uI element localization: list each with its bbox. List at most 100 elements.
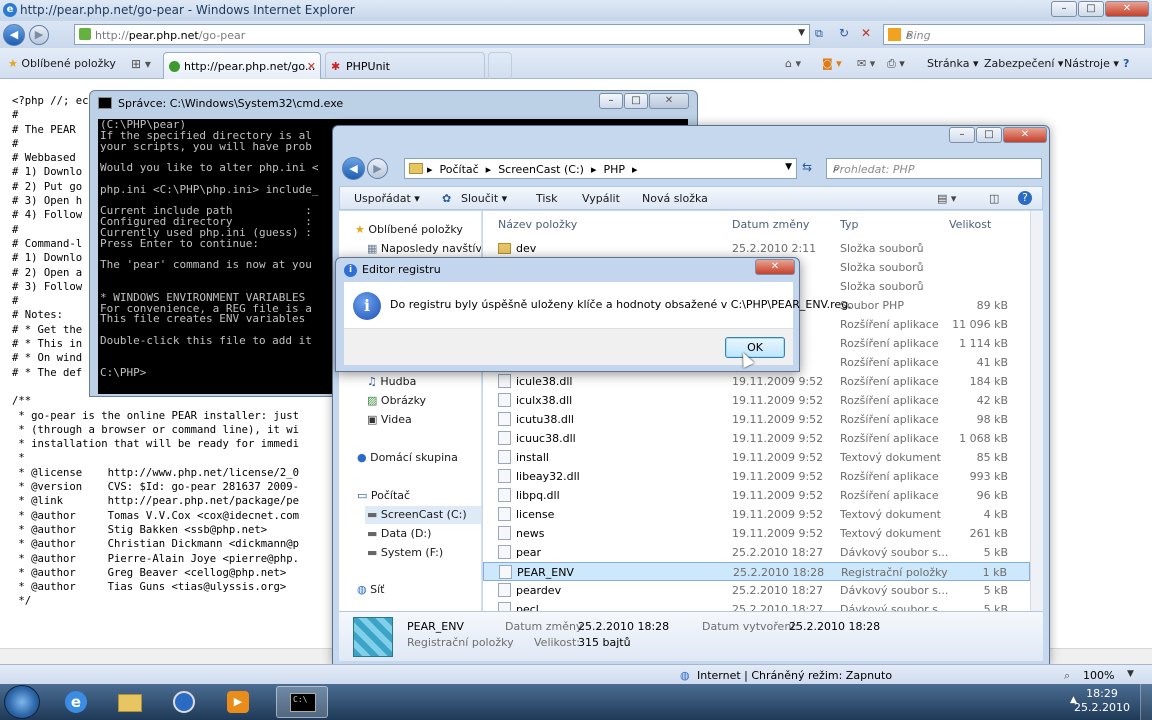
explorer-forward-icon[interactable]: ▶ — [367, 158, 388, 179]
dialog-message: Do registru byly úspěšně uloženy klíče a… — [390, 298, 852, 311]
nav-homegroup[interactable]: ● Domácí skupina — [357, 451, 458, 464]
zoom-icon[interactable]: ⌕ — [1064, 669, 1070, 683]
close-button[interactable]: ✕ — [1105, 1, 1149, 17]
nav-recent[interactable]: ▦ Naposledy navštíven — [367, 242, 481, 255]
compat-view-icon[interactable]: ⧉ — [815, 27, 823, 41]
help-icon[interactable]: ? — [1018, 191, 1032, 205]
file-name: pecl — [516, 603, 539, 611]
explorer-search-input[interactable]: Prohledat: PHP ⌕ — [826, 158, 1042, 179]
column-date[interactable]: Datum změny — [732, 218, 809, 231]
close-tab-icon[interactable]: ✕ — [307, 60, 316, 73]
preview-pane-icon[interactable]: ◫ — [989, 192, 999, 205]
back-icon[interactable]: ◀ — [3, 24, 25, 46]
nav-drive-c[interactable]: ▬ ScreenCast (C:) — [365, 506, 481, 524]
print-button[interactable]: Tisk — [536, 192, 558, 205]
nav-network[interactable]: ◍ Síť — [357, 583, 384, 596]
minimize-button[interactable]: – — [1051, 1, 1077, 17]
explorer-close-button[interactable]: ✕ — [1003, 127, 1047, 143]
safety-menu[interactable]: Zabezpečení ▾ — [984, 57, 1063, 70]
stop-icon[interactable]: ✕ — [861, 26, 871, 40]
file-row[interactable]: libpq.dll 19.11.2009 9:52 Rozšíření aplika… — [483, 486, 1030, 505]
home-icon[interactable]: ⌂ ▾ — [785, 57, 801, 70]
search-icon[interactable]: ⌕ — [906, 28, 1140, 42]
file-row[interactable]: icutu38.dll 19.11.2009 9:52 Rozšíření apli… — [483, 410, 1030, 429]
nav-videos[interactable]: ▣ Videa — [367, 413, 412, 426]
cmd-minimize-button[interactable]: – — [599, 93, 623, 109]
column-size[interactable]: Velikost — [949, 218, 991, 231]
zoom-level[interactable]: 100% — [1083, 669, 1114, 682]
nav-music[interactable]: ♫ Hudba — [367, 375, 416, 388]
explorer-maximize-button[interactable]: □ — [976, 127, 1002, 143]
clock[interactable]: 18:29 25.2.2010 — [1074, 687, 1130, 715]
help-icon[interactable]: ? — [1123, 57, 1129, 70]
zoom-dropdown-icon[interactable]: ▼ — [1127, 669, 1134, 679]
search-input[interactable]: Bing ⌕ — [883, 24, 1145, 45]
file-row[interactable]: PEAR_ENV 25.2.2010 18:28 Registrační polož… — [483, 562, 1030, 581]
forward-icon[interactable]: ▶ — [29, 25, 49, 45]
new-tab-button[interactable] — [488, 52, 512, 79]
file-row[interactable]: pecl 25.2.2010 18:27 Dávkový soubor s 5 kB — [483, 600, 1030, 611]
cmd-maximize-button[interactable]: □ — [624, 93, 648, 109]
explorer-refresh-icon[interactable]: ⇆ — [802, 160, 812, 174]
file-row[interactable]: news 19.11.2009 9:52 Textový dokument 261 k… — [483, 524, 1030, 543]
column-type[interactable]: Typ — [840, 218, 859, 231]
file-size: 42 kB — [976, 394, 1008, 407]
taskbar-cmd-icon[interactable]: C:\ — [276, 686, 328, 718]
explorer-address-bar[interactable]: ▸ Počítač ▸ ScreenCast (C:) ▸ PHP ▸ ▼ — [404, 158, 797, 179]
merge-button[interactable]: Sloučit ▾ — [461, 192, 507, 205]
security-zone-text[interactable]: Internet | Chráněný režim: Zapnuto — [697, 669, 892, 682]
favorites-button[interactable]: ★ Oblíbené položky — [8, 57, 116, 70]
nav-drive-d[interactable]: ▬ Data (D:) — [367, 527, 431, 540]
taskbar-recorder-icon[interactable]: ▶ — [212, 686, 264, 718]
details-size-value: 315 bajtů — [578, 636, 631, 649]
file-list-scrollbar[interactable] — [1030, 211, 1043, 611]
taskbar-ie-icon[interactable]: e — [50, 686, 102, 718]
address-bar[interactable]: http://pear.php.net/go-pear ▼ — [74, 24, 810, 45]
start-button[interactable] — [4, 685, 40, 719]
file-row[interactable]: license 19.11.2009 9:52 Textový dokument 4 … — [483, 505, 1030, 524]
nav-drive-f[interactable]: ▬ System (F:) — [367, 546, 443, 559]
file-row[interactable]: pear 25.2.2010 18:27 Dávkový soubor s... 5 … — [483, 543, 1030, 562]
page-menu[interactable]: Stránka ▾ — [927, 57, 978, 70]
file-row[interactable]: install 19.11.2009 9:52 Textový dokument 85… — [483, 448, 1030, 467]
file-row[interactable]: icuuc38.dll 19.11.2009 9:52 Rozšíření apli… — [483, 429, 1030, 448]
show-desktop-button[interactable] — [1140, 684, 1152, 720]
nav-computer[interactable]: ▭ Počítač — [357, 489, 410, 502]
file-type: Registrační položky — [841, 566, 948, 579]
tab-phpunit[interactable]: ✱ PHPUnit — [325, 52, 485, 79]
print-icon[interactable]: ⎙ ▾ — [887, 57, 905, 71]
cmd-close-button[interactable]: ✕ — [649, 93, 689, 109]
view-options-icon[interactable]: ▤ ▾ — [937, 192, 956, 205]
explorer-minimize-button[interactable]: – — [949, 127, 975, 143]
taskbar-media-player-icon[interactable] — [158, 686, 210, 718]
file-type: Rozšíření aplikace — [840, 318, 939, 331]
tab-pear[interactable]: http://pear.php.net/go... ✕ — [163, 52, 321, 79]
explorer-back-icon[interactable]: ◀ — [342, 157, 365, 180]
ok-button[interactable]: OK — [725, 337, 785, 358]
maximize-button[interactable]: □ — [1078, 1, 1104, 17]
tools-menu[interactable]: Nástroje ▾ — [1064, 57, 1119, 70]
organize-button[interactable]: Uspořádat ▾ — [354, 192, 420, 205]
file-date: 19.11.2009 9:52 — [732, 470, 824, 483]
burn-button[interactable]: Vypálit — [582, 192, 620, 205]
file-row[interactable]: icule38.dll 19.11.2009 9:52 Rozšíření apli… — [483, 372, 1030, 391]
column-name[interactable]: Název položky — [498, 218, 577, 231]
nav-label: Domácí skupina — [370, 451, 458, 464]
file-row[interactable]: libeay32.dll 19.11.2009 9:52 Rozšíření apl… — [483, 467, 1030, 486]
file-row[interactable]: iculx38.dll 19.11.2009 9:52 Rozšíření apli… — [483, 391, 1030, 410]
address-dropdown-icon[interactable]: ▼ — [798, 28, 805, 38]
nav-favorites[interactable]: ★ Oblíbené položky — [355, 223, 463, 236]
address-dropdown-icon[interactable]: ▼ — [785, 162, 792, 172]
file-name: peardev — [516, 584, 562, 597]
nav-pictures[interactable]: ▨ Obrázky — [367, 394, 426, 407]
file-row[interactable]: peardev 25.2.2010 18:27 Dávkový soubor s..… — [483, 581, 1030, 600]
refresh-icon[interactable]: ↻ — [839, 26, 849, 40]
file-row[interactable]: dev 25.2.2010 2:11 Složka souborů — [483, 239, 1030, 258]
search-icon[interactable]: ⌕ — [833, 162, 1035, 176]
quick-tabs-icon[interactable]: ⊞ ▾ — [131, 57, 151, 71]
feeds-icon[interactable]: ◙ ▾ — [822, 57, 842, 70]
new-folder-button[interactable]: Nová složka — [642, 192, 708, 205]
mail-icon[interactable]: ✉ ▾ — [857, 57, 875, 70]
dialog-close-button[interactable]: ✕ — [755, 259, 795, 275]
taskbar-explorer-icon[interactable] — [104, 686, 156, 718]
